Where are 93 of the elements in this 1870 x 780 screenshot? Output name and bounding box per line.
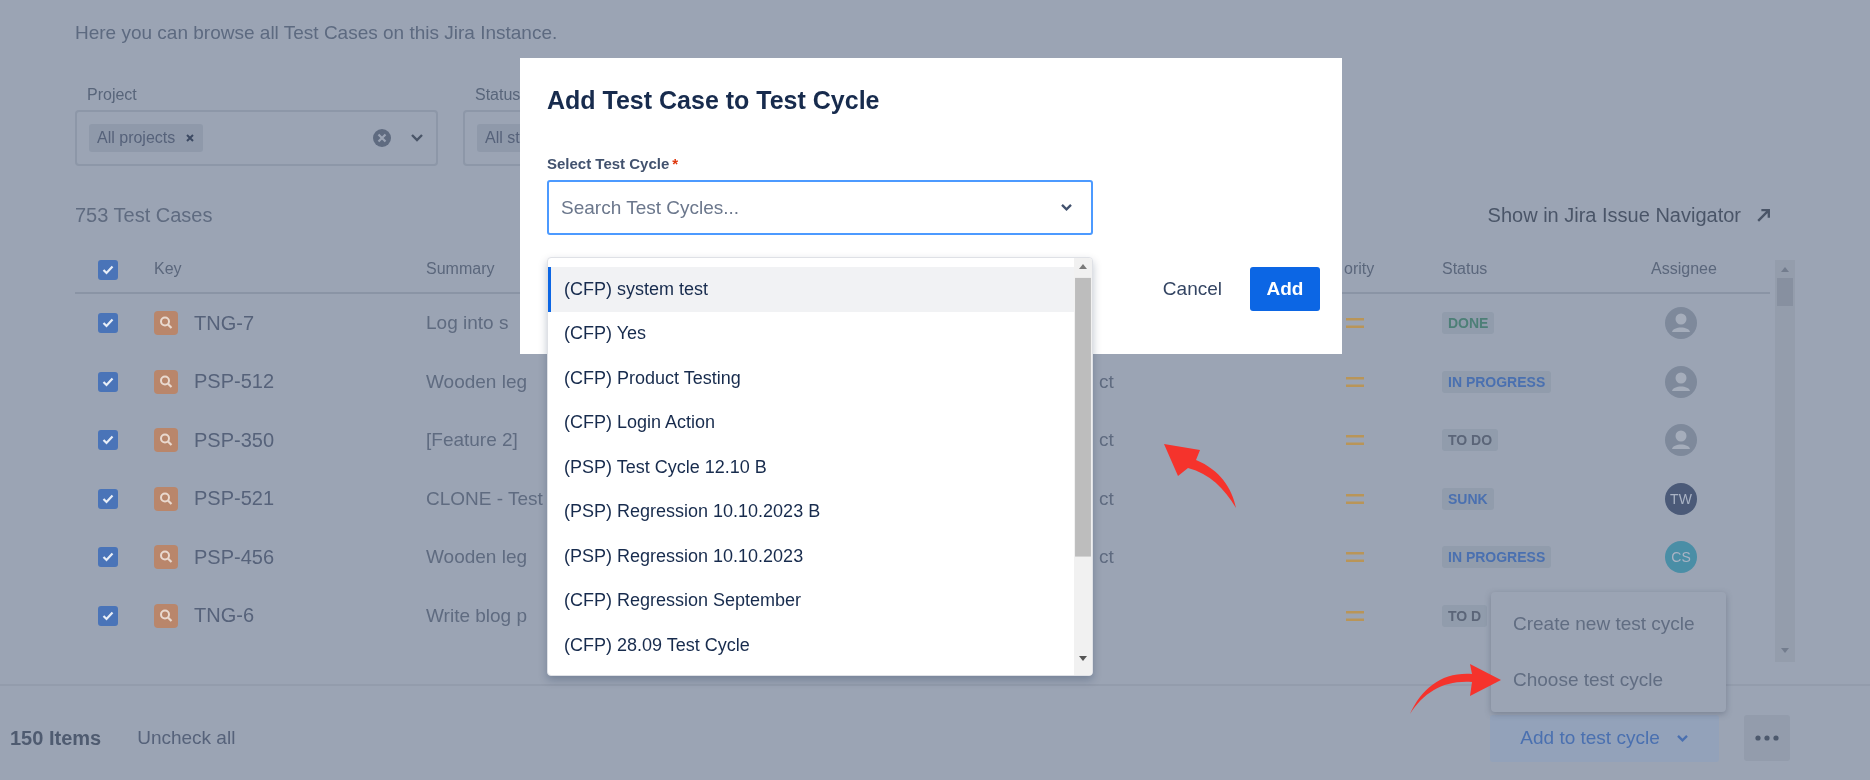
clear-icon[interactable] [372,128,392,148]
row-checkbox[interactable] [98,371,118,392]
medium-priority-icon [1346,610,1364,621]
checkmark-icon [102,493,114,504]
issue-navigator-link[interactable]: Show in Jira Issue Navigator [1487,204,1772,227]
table-cell: ct [1099,370,1114,392]
dialog-title: Add Test Case to Test Cycle [547,86,881,115]
option-item[interactable]: (CFP) Product Testing [548,356,1074,401]
chevron-down-icon [1060,203,1073,212]
test-type-icon [154,603,178,628]
uncheck-all-link[interactable]: Uncheck all [137,727,236,749]
filter-chip[interactable]: All projects [89,124,204,152]
medium-priority-icon [1346,435,1364,446]
cancel-button[interactable]: Cancel [1152,267,1232,311]
default-avatar-icon [1665,365,1697,398]
medium-priority-icon [1346,493,1364,504]
user-avatar: TW [1665,482,1697,515]
status-lozenge: DONE [1442,312,1495,335]
column-header[interactable]: ority [1344,260,1375,277]
checkmark-icon [102,376,114,387]
medium-priority-icon [1346,376,1364,387]
option-item[interactable]: (CFP) Login Action [548,400,1074,445]
select-all-checkbox[interactable] [98,260,118,280]
filter-label: Status [475,86,521,104]
table-cell: ct [1099,429,1114,451]
option-item[interactable]: (PSP) Test Cycle 12.10 B [548,445,1074,490]
add-to-test-cycle-button[interactable]: Add to test cycle [1490,714,1719,762]
option-item[interactable]: (CFP) system test [548,267,1074,312]
row-checkbox[interactable] [98,547,118,568]
table-cell: ct [1099,546,1114,568]
column-header[interactable]: Status [1442,260,1488,277]
issue-key-link[interactable]: TNG-6 [194,604,254,627]
column-header[interactable]: Key [154,260,182,277]
row-checkbox[interactable] [98,430,118,451]
summary-cell: Wooden leg [426,370,528,392]
checkmark-icon [102,318,114,329]
add-button[interactable]: Add [1250,267,1320,311]
chevron-down-icon[interactable] [410,133,424,143]
checkmark-icon [102,265,114,275]
summary-cell: Write blog p [426,604,528,626]
test-type-icon [154,545,178,570]
checkmark-icon [102,610,114,621]
more-icon [1755,735,1779,741]
remove-icon[interactable] [185,133,196,143]
issue-key-link[interactable]: TNG-7 [194,311,254,334]
intro-text: Here you can browse all Test Cases on this Jira Instance. [75,22,559,44]
menu-item[interactable]: Choose test cycle [1491,652,1726,708]
checkmark-icon [102,435,114,446]
external-link-icon[interactable] [1755,207,1772,224]
search-field[interactable]: Search Test Cycles... [547,180,1093,235]
default-avatar-icon [1665,307,1697,340]
user-avatar: CS [1665,541,1697,574]
more-button[interactable] [1744,715,1790,761]
filter-label: Project [87,86,137,104]
issue-key-link[interactable]: PSP-521 [194,487,275,510]
menu-item[interactable]: Create new test cycle [1491,596,1726,652]
summary-cell: CLONE - Test [426,487,543,509]
row-checkbox[interactable] [98,605,118,626]
medium-priority-icon [1346,552,1364,563]
column-header[interactable]: Summary [426,260,495,277]
status-lozenge: SUNK [1442,487,1494,510]
test-type-icon [154,428,178,453]
summary-cell: Wooden leg [426,546,528,568]
issue-key-link[interactable]: PSP-350 [194,428,275,451]
row-checkbox[interactable] [98,313,118,334]
issue-key-link[interactable]: PSP-512 [194,370,275,393]
issue-key-link[interactable]: PSP-456 [194,545,275,568]
scrollbar[interactable] [1074,258,1092,675]
test-type-icon [154,486,178,511]
option-item[interactable]: (PSP) Regression 10.10.2023 B [548,489,1074,534]
row-checkbox[interactable] [98,488,118,509]
column-header[interactable]: Assignee [1651,260,1717,277]
required-marker: * [672,155,679,172]
option-item[interactable]: (CFP) Yes [548,311,1074,356]
option-item[interactable]: (CFP) 28.09 Test Cycle [548,623,1074,668]
summary-cell: [Feature 2] [426,429,518,451]
scrollbar[interactable] [1775,260,1795,662]
option-item[interactable]: (CFP) Regression September [548,578,1074,623]
summary-cell: Log into s [426,312,509,334]
medium-priority-icon [1346,318,1364,329]
table-cell: ct [1099,487,1114,509]
test-type-icon [154,369,178,394]
test-case-count: 753 Test Cases [75,204,213,227]
option-item[interactable]: (PSP) Regression 10.10.2023 [548,534,1074,579]
filter-select[interactable]: All projects [75,110,438,166]
test-type-icon [154,311,178,336]
checkmark-icon [102,552,114,563]
chevron-down-icon [1675,733,1689,743]
item-count: 150 Items [10,726,102,750]
status-lozenge: IN PROGRESS [1442,370,1552,393]
field-label: Select Test Cycle [547,155,670,172]
status-lozenge: IN PROGRESS [1442,546,1552,569]
default-avatar-icon [1665,424,1697,457]
